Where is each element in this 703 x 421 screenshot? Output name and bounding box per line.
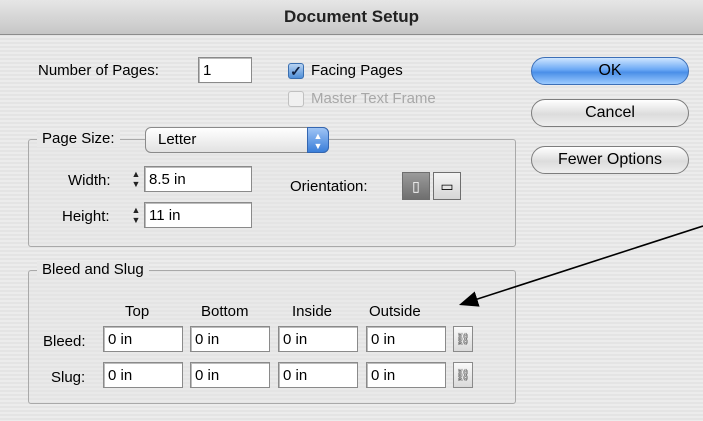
popup-arrows-icon: ▲ ▼ <box>307 127 329 153</box>
number-of-pages-label: Number of Pages: <box>38 62 159 79</box>
master-text-frame-label: Master Text Frame <box>311 90 436 107</box>
width-field[interactable]: 8.5 in <box>144 166 252 192</box>
height-field[interactable]: 11 in <box>144 202 252 228</box>
window-title: Document Setup <box>0 0 703 35</box>
slug-top-field[interactable]: 0 in <box>103 362 183 388</box>
bleed-label: Bleed: <box>43 333 86 350</box>
facing-pages-checkbox[interactable]: ✓ <box>288 63 304 79</box>
column-header-outside: Outside <box>369 303 421 320</box>
bleed-bottom-field[interactable]: 0 in <box>190 326 270 352</box>
page-size-value: Letter <box>158 131 197 148</box>
width-label: Width: <box>68 172 111 189</box>
slug-chain-link-icon[interactable]: ⛓ <box>453 362 473 388</box>
bleed-slug-title: Bleed and Slug <box>37 261 149 278</box>
landscape-orientation-icon[interactable]: ▭ <box>433 172 461 200</box>
height-stepper-icon[interactable]: ▲ ▼ <box>130 205 142 227</box>
column-header-top: Top <box>125 303 150 320</box>
width-stepper-icon[interactable]: ▲ ▼ <box>130 169 142 191</box>
bleed-outside-field[interactable]: 0 in <box>366 326 446 352</box>
slug-bottom-field[interactable]: 0 in <box>190 362 270 388</box>
ok-button[interactable]: OK <box>531 57 689 85</box>
slug-label: Slug: <box>51 369 86 386</box>
column-header-bottom: Bottom <box>201 303 249 320</box>
number-of-pages-field[interactable]: 1 <box>198 57 252 83</box>
bleed-chain-link-icon[interactable]: ⛓ <box>453 326 473 352</box>
orientation-label: Orientation: <box>290 178 368 195</box>
bleed-inside-field[interactable]: 0 in <box>278 326 358 352</box>
portrait-orientation-icon[interactable]: ▯ <box>402 172 430 200</box>
column-header-inside: Inside <box>292 303 333 320</box>
page-size-popup[interactable]: Letter ▲ ▼ <box>145 127 329 153</box>
bleed-top-field[interactable]: 0 in <box>103 326 183 352</box>
master-text-frame-checkbox[interactable] <box>288 91 304 107</box>
cancel-button[interactable]: Cancel <box>531 99 689 127</box>
fewer-options-button[interactable]: Fewer Options <box>531 146 689 174</box>
facing-pages-label: Facing Pages <box>311 62 403 79</box>
height-label: Height: <box>62 208 110 225</box>
page-size-label: Page Size: <box>37 130 120 147</box>
checkmark-icon: ✓ <box>290 63 302 79</box>
document-setup-dialog: Document Setup Number of Pages: 1 ✓ Faci… <box>0 0 703 421</box>
slug-inside-field[interactable]: 0 in <box>278 362 358 388</box>
slug-outside-field[interactable]: 0 in <box>366 362 446 388</box>
